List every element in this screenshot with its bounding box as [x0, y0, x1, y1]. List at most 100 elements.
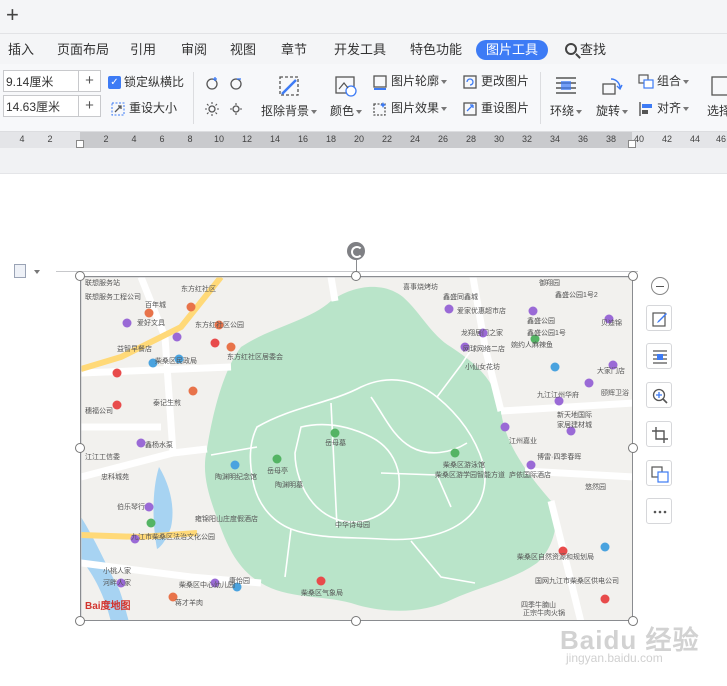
map-label: 鑫盛公园1号2 [555, 290, 598, 299]
picture-effect-icon [373, 101, 386, 116]
map-marker [500, 422, 510, 432]
align-button[interactable]: 对齐 [638, 99, 690, 117]
width-increase-button[interactable]: + [78, 71, 100, 91]
tab-picture-tools[interactable]: 图片工具 [476, 40, 549, 60]
resize-handle-top-left[interactable] [75, 271, 85, 281]
color-button[interactable]: 颜色 [325, 74, 367, 119]
group-button[interactable]: 组合 [638, 72, 690, 90]
tab-page-layout[interactable]: 页面布局 [57, 40, 109, 60]
collapse-toolbar-button[interactable] [651, 277, 669, 295]
height-field: + [3, 95, 101, 117]
height-input[interactable] [4, 96, 78, 116]
remove-background-button[interactable]: 抠除背景 [257, 74, 321, 119]
map-label: 江州嘉业 [509, 436, 537, 445]
edit-picture-button[interactable] [646, 305, 672, 331]
right-indent-marker[interactable] [628, 140, 636, 148]
rotate-button[interactable]: 旋转 [592, 74, 632, 119]
picture-effect-button[interactable]: 图片效果 [372, 99, 448, 117]
resize-handle-top-right[interactable] [628, 271, 638, 281]
picture-outline-button[interactable]: 图片轮廓 [372, 72, 448, 90]
horizontal-ruler[interactable]: 4 2 2 4 6 8 10 12 14 16 18 20 22 24 26 2… [0, 132, 727, 148]
map-label: 九江市柴桑区法治文化公园 [131, 532, 215, 541]
brightness-up-icon[interactable] [205, 102, 219, 116]
reset-size-button[interactable]: 重设大小 [110, 99, 177, 117]
ruler-tick: 2 [47, 134, 53, 144]
ruler-tick: 44 [689, 134, 701, 144]
width-field: + [3, 70, 101, 92]
new-tab-button[interactable]: + [6, 3, 19, 27]
map-label: 家居建材城 [557, 420, 592, 429]
change-picture-button[interactable]: 更改图片 [462, 72, 529, 90]
ruler-tick: 2 [103, 134, 109, 144]
map-label: 蒋才羊肉 [175, 598, 203, 607]
reset-picture-button[interactable]: 重设图片 [462, 99, 529, 117]
ruler-tick: 10 [213, 134, 225, 144]
map-image: 联想服务站 东方红社区 喜事烧烤坊 鑫盛同鑫城 御翔园 鑫盛公园1号2 爱家优惠… [81, 277, 632, 620]
map-picture[interactable]: 联想服务站 东方红社区 喜事烧烤坊 鑫盛同鑫城 御翔园 鑫盛公园1号2 爱家优惠… [80, 276, 633, 621]
layout-options-button[interactable] [646, 343, 672, 369]
crop-circle-plus-icon[interactable] [205, 76, 219, 90]
tab-developer[interactable]: 开发工具 [334, 40, 386, 60]
ruler-tick: 4 [131, 134, 137, 144]
map-label: 柴桑区游学园智能方道 [435, 470, 505, 479]
picture-outline-icon [373, 75, 387, 90]
tab-references[interactable]: 引用 [130, 40, 156, 60]
map-marker [186, 302, 196, 312]
selection-pane-button[interactable]: 选择 [702, 74, 727, 119]
crop-button[interactable] [646, 421, 672, 447]
ribbon-separator [193, 72, 194, 124]
tab-view[interactable]: 视图 [230, 40, 256, 60]
more-options-button[interactable] [646, 498, 672, 524]
ruler-tick: 42 [661, 134, 673, 144]
tab-special-features[interactable]: 特色功能 [410, 40, 462, 60]
paragraph-layout-icon[interactable] [14, 264, 26, 278]
color-label: 颜色 [329, 104, 354, 118]
resize-handle-left[interactable] [75, 443, 85, 453]
ruler-margin-right [632, 132, 727, 148]
map-label: 东方红社区居委会 [227, 352, 283, 361]
resize-handle-right[interactable] [628, 443, 638, 453]
lock-aspect-ratio-checkbox[interactable]: ✓ 锁定纵横比 [108, 73, 184, 91]
resize-handle-top[interactable] [351, 271, 361, 281]
map-label: 鑫盛公园 [527, 316, 555, 325]
tab-review[interactable]: 审阅 [181, 40, 207, 60]
map-marker [450, 448, 460, 458]
wps-writer-window: + 插入 页面布局 引用 审阅 视图 章节 开发工具 特色功能 图片工具 查找 … [0, 0, 727, 686]
map-marker [330, 428, 340, 438]
reset-size-label: 重设大小 [129, 101, 178, 115]
rotate-handle[interactable] [347, 242, 365, 260]
tab-section[interactable]: 章节 [281, 40, 307, 60]
reset-picture-label: 重设图片 [481, 101, 530, 115]
ruler-tick: 18 [325, 134, 337, 144]
map-label: 正宗牛肉火锅 [523, 608, 565, 617]
ruler-tick: 8 [187, 134, 193, 144]
page-gap [0, 148, 727, 174]
map-label: 联想服务站 [85, 278, 120, 287]
chevron-down-icon[interactable] [34, 270, 40, 274]
ruler-tick: 26 [437, 134, 449, 144]
map-marker [230, 460, 240, 470]
map-label: 颐辉卫浴 [601, 388, 629, 397]
map-label: 博雷·四季春晖 [537, 452, 581, 461]
zoom-picture-button[interactable] [646, 382, 672, 408]
resize-handle-bottom-left[interactable] [75, 616, 85, 626]
selection-pane-icon [711, 76, 727, 96]
left-indent-marker[interactable] [76, 140, 84, 148]
tab-insert[interactable]: 插入 [8, 40, 34, 60]
crop-circle-minus-icon[interactable] [229, 76, 243, 90]
alignment-guide [56, 271, 638, 272]
wrap-text-button[interactable]: 环绕 [546, 74, 586, 119]
search-command[interactable]: 查找 [565, 40, 606, 60]
picture-effect-label: 图片效果 [391, 101, 440, 115]
map-label: 康怡园 [229, 576, 250, 585]
picture-to-text-button[interactable] [646, 460, 672, 486]
ruler-tick: 4 [19, 134, 25, 144]
width-input[interactable] [4, 71, 78, 91]
baidu-map-logo: Bai度地图 [85, 599, 131, 612]
brightness-down-icon[interactable] [229, 102, 243, 116]
ruler-tick: 32 [521, 134, 533, 144]
rotate-icon [602, 78, 623, 95]
map-label: 忠科城苑 [101, 472, 129, 481]
height-increase-button[interactable]: + [78, 96, 100, 116]
resize-handle-bottom[interactable] [351, 616, 361, 626]
